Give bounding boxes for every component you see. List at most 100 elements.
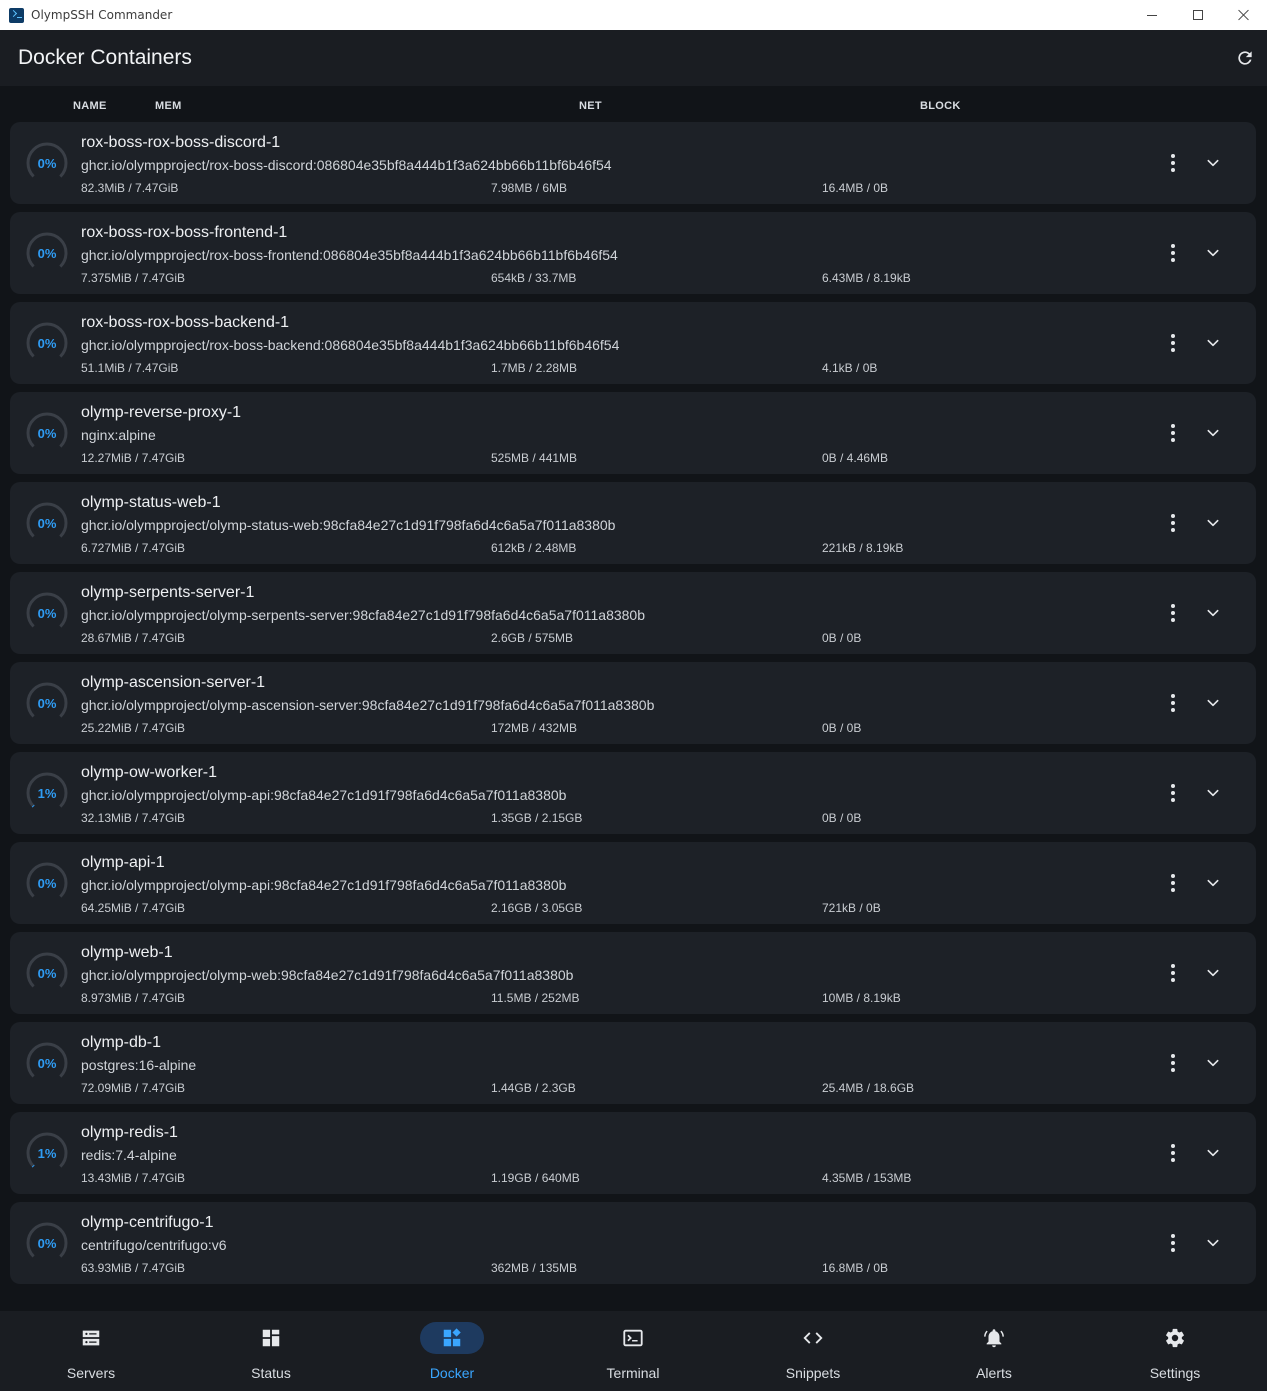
expand-button[interactable]	[1202, 782, 1224, 804]
cpu-gauge: 0%	[24, 320, 70, 366]
bell-icon	[962, 1322, 1026, 1354]
expand-button[interactable]	[1202, 1232, 1224, 1254]
more-options-button[interactable]	[1162, 1142, 1184, 1164]
more-options-button[interactable]	[1162, 332, 1184, 354]
nav-item-settings[interactable]: Settings	[1115, 1311, 1235, 1391]
nav-item-snippets[interactable]: Snippets	[753, 1311, 873, 1391]
more-options-button[interactable]	[1162, 422, 1184, 444]
container-card[interactable]: 0% olymp-status-web-1 ghcr.io/olympproje…	[10, 482, 1256, 564]
cpu-percent: 1%	[37, 1145, 57, 1161]
container-net: 1.35GB / 2.15GB	[491, 811, 583, 825]
more-options-button[interactable]	[1162, 782, 1184, 804]
container-card[interactable]: 0% olymp-db-1 postgres:16-alpine 72.09Mi…	[10, 1022, 1256, 1104]
cpu-percent: 0%	[37, 155, 57, 171]
cpu-percent: 0%	[37, 335, 57, 351]
column-header-net[interactable]: NET	[579, 100, 602, 112]
container-card[interactable]: 0% olymp-ascension-server-1 ghcr.io/olym…	[10, 662, 1256, 744]
cpu-percent: 0%	[37, 245, 57, 261]
expand-button[interactable]	[1202, 872, 1224, 894]
container-net: 654kB / 33.7MB	[491, 271, 577, 285]
container-image: redis:7.4-alpine	[81, 1147, 177, 1163]
more-options-button[interactable]	[1162, 1232, 1184, 1254]
expand-button[interactable]	[1202, 692, 1224, 714]
more-vert-icon	[1171, 514, 1175, 518]
container-image: ghcr.io/olympproject/rox-boss-discord:08…	[81, 157, 612, 173]
more-options-button[interactable]	[1162, 692, 1184, 714]
maximize-button[interactable]	[1175, 0, 1221, 30]
dashboard-icon	[239, 1322, 303, 1354]
expand-button[interactable]	[1202, 422, 1224, 444]
container-name: rox-boss-rox-boss-frontend-1	[81, 224, 288, 241]
container-mem: 12.27MiB / 7.47GiB	[81, 451, 186, 465]
container-block: 16.8MB / 0B	[822, 1261, 889, 1275]
nav-item-terminal[interactable]: Terminal	[573, 1311, 693, 1391]
nav-label: Settings	[1149, 1365, 1201, 1381]
container-image: ghcr.io/olympproject/olymp-ascension-ser…	[81, 697, 655, 713]
container-net: 7.98MB / 6MB	[491, 181, 568, 195]
container-card[interactable]: 0% rox-boss-rox-boss-discord-1 ghcr.io/o…	[10, 122, 1256, 204]
container-net: 1.7MB / 2.28MB	[491, 361, 578, 375]
container-card[interactable]: 0% olymp-web-1 ghcr.io/olympproject/olym…	[10, 932, 1256, 1014]
more-options-button[interactable]	[1162, 872, 1184, 894]
container-name: rox-boss-rox-boss-backend-1	[81, 314, 290, 331]
more-options-button[interactable]	[1162, 512, 1184, 534]
chevron-down-icon	[1207, 609, 1219, 617]
container-card[interactable]: 1% olymp-redis-1 redis:7.4-alpine 13.43M…	[10, 1112, 1256, 1194]
container-net: 11.5MB / 252MB	[491, 991, 580, 1005]
expand-button[interactable]	[1202, 1142, 1224, 1164]
expand-button[interactable]	[1202, 152, 1224, 174]
container-block: 721kB / 0B	[822, 901, 881, 915]
container-block: 0B / 0B	[822, 811, 862, 825]
more-options-button[interactable]	[1162, 962, 1184, 984]
container-image: postgres:16-alpine	[81, 1057, 197, 1073]
column-header-name[interactable]: NAME	[73, 100, 107, 112]
refresh-button[interactable]	[1233, 46, 1257, 70]
refresh-icon	[1238, 51, 1252, 65]
more-vert-icon	[1171, 604, 1175, 608]
expand-button[interactable]	[1202, 602, 1224, 624]
container-card[interactable]: 1% olymp-ow-worker-1 ghcr.io/olympprojec…	[10, 752, 1256, 834]
more-options-button[interactable]	[1162, 602, 1184, 624]
container-card[interactable]: 0% olymp-serpents-server-1 ghcr.io/olymp…	[10, 572, 1256, 654]
expand-button[interactable]	[1202, 242, 1224, 264]
container-mem: 82.3MiB / 7.47GiB	[81, 181, 179, 195]
cpu-percent: 0%	[37, 605, 57, 621]
chevron-down-icon	[1207, 519, 1219, 527]
cpu-percent: 0%	[37, 875, 57, 891]
more-options-button[interactable]	[1162, 152, 1184, 174]
nav-item-status[interactable]: Status	[211, 1311, 331, 1391]
container-mem: 7.375MiB / 7.47GiB	[81, 271, 186, 285]
more-options-button[interactable]	[1162, 1052, 1184, 1074]
minimize-button[interactable]	[1129, 0, 1175, 30]
expand-button[interactable]	[1202, 1052, 1224, 1074]
column-header-block[interactable]: BLOCK	[920, 100, 961, 112]
container-name: olymp-reverse-proxy-1	[81, 404, 242, 421]
cpu-percent: 0%	[37, 1055, 57, 1071]
more-options-button[interactable]	[1162, 242, 1184, 264]
expand-button[interactable]	[1202, 512, 1224, 534]
more-vert-icon	[1171, 1054, 1175, 1058]
nav-item-docker[interactable]: Docker	[392, 1311, 512, 1391]
container-card[interactable]: 0% olymp-centrifugo-1 centrifugo/centrif…	[10, 1202, 1256, 1284]
column-header-mem[interactable]: MEM	[155, 100, 182, 112]
container-name: olymp-ow-worker-1	[81, 764, 218, 781]
close-button[interactable]	[1221, 0, 1267, 30]
cpu-gauge: 0%	[24, 1040, 70, 1086]
expand-button[interactable]	[1202, 962, 1224, 984]
container-mem: 32.13MiB / 7.47GiB	[81, 811, 186, 825]
container-card[interactable]: 0% rox-boss-rox-boss-backend-1 ghcr.io/o…	[10, 302, 1256, 384]
container-card[interactable]: 0% olymp-reverse-proxy-1 nginx:alpine 12…	[10, 392, 1256, 474]
terminal-icon	[601, 1322, 665, 1354]
container-name: olymp-web-1	[81, 944, 173, 961]
cpu-gauge: 0%	[24, 860, 70, 906]
chevron-down-icon	[1207, 1239, 1219, 1247]
nav-item-alerts[interactable]: Alerts	[934, 1311, 1054, 1391]
container-card[interactable]: 0% olymp-api-1 ghcr.io/olympproject/olym…	[10, 842, 1256, 924]
column-headers: NAME MEM NET BLOCK	[0, 86, 1267, 122]
expand-button[interactable]	[1202, 332, 1224, 354]
nav-item-servers[interactable]: Servers	[31, 1311, 151, 1391]
chevron-down-icon	[1207, 1059, 1219, 1067]
container-card[interactable]: 0% rox-boss-rox-boss-frontend-1 ghcr.io/…	[10, 212, 1256, 294]
chevron-down-icon	[1207, 879, 1219, 887]
container-block: 0B / 4.46MB	[822, 451, 889, 465]
